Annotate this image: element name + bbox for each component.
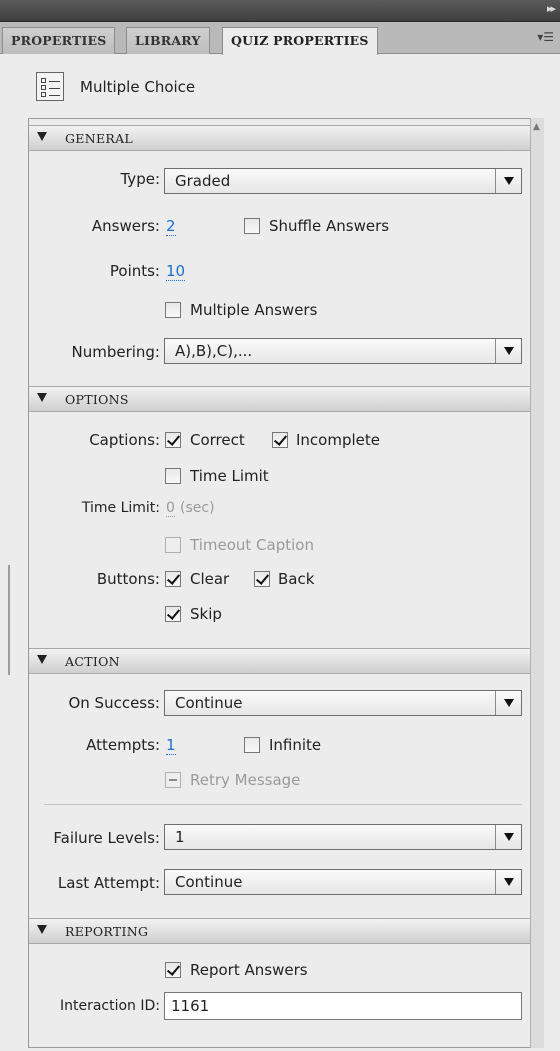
retry-message-label: Retry Message [190, 771, 301, 789]
chevron-down-icon [495, 870, 521, 894]
numbering-label: Numbering: [71, 343, 160, 361]
section-options-title: OPTIONS [65, 392, 129, 407]
answers-label: Answers: [91, 217, 160, 235]
buttons-label: Buttons: [96, 570, 160, 588]
section-general-title: GENERAL [65, 131, 134, 146]
interaction-id-value: 1161 [171, 997, 210, 1015]
type-dropdown[interactable]: Graded [164, 168, 522, 194]
chevron-down-icon [495, 169, 521, 193]
vertical-scrollbar[interactable]: ▲ [530, 118, 544, 1048]
retry-message-checkbox [165, 772, 181, 788]
time-limit-unit: (sec) [180, 500, 215, 516]
multiple-answers-label: Multiple Answers [190, 301, 318, 319]
points-label: Points: [109, 262, 160, 280]
clear-button-checkbox[interactable] [165, 571, 181, 587]
answers-value[interactable]: 2 [166, 217, 176, 236]
incomplete-caption-label: Incomplete [296, 431, 380, 449]
section-options-header[interactable]: OPTIONS [29, 386, 530, 412]
resize-handle[interactable] [8, 565, 10, 675]
slide-type-title: Multiple Choice [80, 78, 196, 96]
divider [44, 804, 522, 805]
scroll-up-icon[interactable]: ▲ [533, 122, 540, 132]
infinite-label: Infinite [269, 736, 322, 754]
failure-levels-dropdown[interactable]: 1 [164, 824, 522, 850]
points-value[interactable]: 10 [166, 262, 186, 281]
panel-title-bar: ▸▸ [0, 0, 560, 22]
numbering-dropdown[interactable]: A),B),C),... [164, 338, 522, 364]
multiple-choice-icon [36, 72, 64, 101]
type-value: Graded [175, 172, 231, 190]
clear-button-label: Clear [190, 570, 230, 588]
tab-library[interactable]: LIBRARY [126, 27, 210, 54]
incomplete-caption-checkbox[interactable] [272, 432, 288, 448]
last-attempt-label: Last Attempt: [57, 874, 160, 892]
captions-label: Captions: [89, 431, 160, 449]
correct-caption-checkbox[interactable] [165, 432, 181, 448]
report-answers-checkbox[interactable] [165, 962, 181, 978]
on-success-label: On Success: [68, 694, 160, 712]
last-attempt-value: Continue [175, 873, 243, 891]
numbering-value: A),B),C),... [175, 342, 253, 360]
section-general-header[interactable]: GENERAL [29, 125, 530, 151]
type-label: Type: [120, 170, 160, 188]
report-answers-label: Report Answers [190, 961, 308, 979]
interaction-id-label: Interaction ID: [59, 998, 160, 1014]
chevron-down-icon [495, 691, 521, 715]
attempts-label: Attempts: [86, 736, 160, 754]
timeout-caption-checkbox [165, 537, 181, 553]
shuffle-answers-checkbox[interactable] [244, 218, 260, 234]
on-success-value: Continue [175, 694, 243, 712]
section-action-header[interactable]: ACTION [29, 648, 530, 674]
correct-caption-label: Correct [190, 431, 245, 449]
on-success-dropdown[interactable]: Continue [164, 690, 522, 716]
interaction-id-field[interactable]: 1161 [164, 992, 522, 1020]
last-attempt-dropdown[interactable]: Continue [164, 869, 522, 895]
tab-properties[interactable]: PROPERTIES [2, 27, 116, 54]
failure-levels-value: 1 [175, 828, 185, 846]
timeout-caption-label: Timeout Caption [190, 536, 314, 554]
section-reporting-title: REPORTING [65, 924, 149, 939]
back-button-checkbox[interactable] [254, 571, 270, 587]
collapse-icon[interactable]: ▸▸ [547, 2, 556, 15]
collapse-triangle-icon [37, 393, 47, 402]
time-limit-value: 0 [166, 500, 175, 517]
skip-button-checkbox[interactable] [165, 606, 181, 622]
chevron-down-icon [495, 825, 521, 849]
infinite-checkbox[interactable] [244, 737, 260, 753]
collapse-triangle-icon [37, 132, 47, 141]
chevron-down-icon [495, 339, 521, 363]
back-button-label: Back [278, 570, 315, 588]
time-limit-checkbox[interactable] [165, 468, 181, 484]
failure-levels-label: Failure Levels: [53, 829, 160, 847]
shuffle-answers-label: Shuffle Answers [269, 217, 390, 235]
section-action-title: ACTION [65, 654, 120, 669]
panel-menu-icon[interactable]: ▾☰ [537, 30, 554, 44]
attempts-value[interactable]: 1 [166, 736, 176, 755]
collapse-triangle-icon [37, 925, 47, 934]
multiple-answers-checkbox[interactable] [165, 302, 181, 318]
section-reporting-header[interactable]: REPORTING [29, 918, 530, 944]
tab-strip: PROPERTIES LIBRARY QUIZ PROPERTIES ▾☰ [0, 22, 560, 55]
tab-quiz-properties[interactable]: QUIZ PROPERTIES [222, 27, 378, 55]
skip-button-label: Skip [190, 605, 222, 623]
collapse-triangle-icon [37, 655, 47, 664]
time-limit-checkbox-label: Time Limit [190, 467, 269, 485]
time-limit-label: Time Limit: [81, 500, 160, 516]
